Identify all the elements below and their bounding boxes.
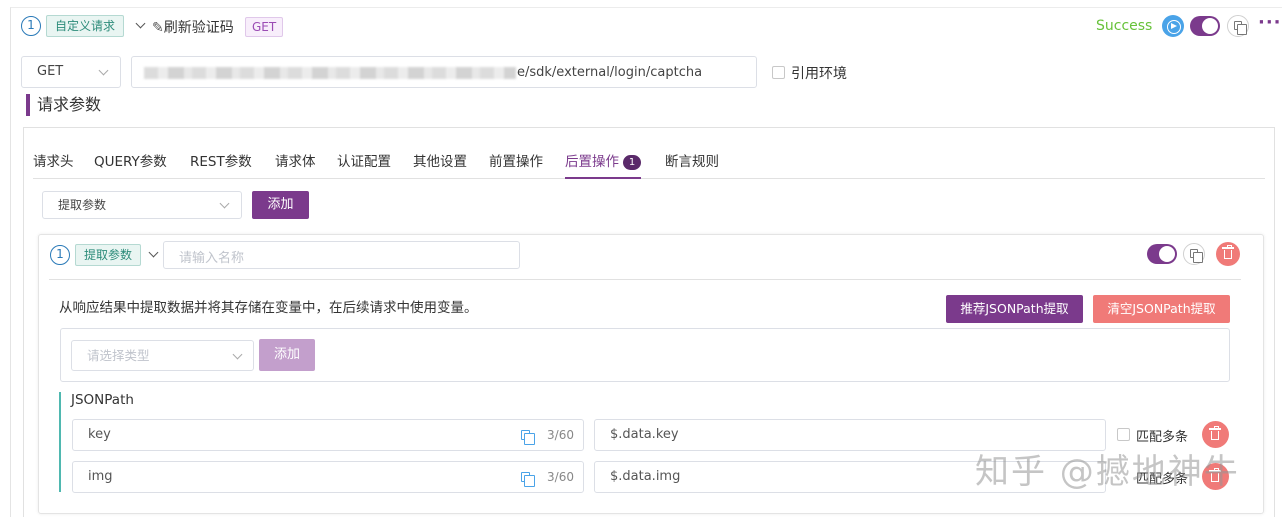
copy-icon[interactable] [521, 430, 535, 445]
tab-label: 前置操作 [489, 154, 543, 170]
var-name-value: img [88, 469, 113, 484]
method-tag: GET [245, 17, 284, 37]
recommend-jsonpath-button[interactable]: 推荐JSONPath提取 [946, 295, 1083, 323]
step-type-tag: 自定义请求 [46, 15, 125, 37]
copy-icon [1190, 249, 1203, 263]
card-number: 1 [50, 245, 70, 265]
trash-icon [1209, 426, 1221, 440]
url-redacted-part [144, 67, 516, 79]
tab-label: REST参数 [190, 154, 252, 170]
tab-label: QUERY参数 [94, 154, 167, 170]
url-text: e/sdk/external/login/captcha [517, 65, 703, 80]
var-name-value: key [88, 427, 111, 442]
copy-step-button[interactable] [1227, 15, 1249, 37]
trash-icon [1222, 245, 1234, 259]
card-description: 从响应结果中提取数据并将其存储在变量中，在后续请求中使用变量。 [59, 300, 478, 316]
tab-label: 其他设置 [413, 154, 467, 170]
chevron-down-icon[interactable] [148, 247, 159, 258]
watermark: 知乎 @撼地神牛 [975, 452, 1240, 492]
chevron-down-icon [98, 65, 109, 76]
tab-query[interactable]: QUERY参数 [94, 150, 167, 179]
method-select[interactable]: GET [21, 56, 121, 88]
extract-type-select[interactable]: 请选择类型 [71, 340, 254, 371]
card-enable-toggle[interactable] [1147, 244, 1177, 264]
tab-label: 断言规则 [665, 154, 719, 170]
extract-type-box: 请选择类型 添加 [60, 328, 1230, 382]
copy-icon[interactable] [521, 472, 535, 487]
tab-post-ops[interactable]: 后置操作 1 [565, 150, 641, 179]
char-count: 3/60 [547, 470, 574, 484]
tab-bar: 请求头 QUERY参数 REST参数 请求体 认证配置 其他设置 前置操作 后置… [33, 150, 1265, 179]
section-title: 请求参数 [26, 94, 101, 116]
play-icon [1171, 22, 1177, 29]
extract-type-placeholder: 请选择类型 [87, 348, 150, 363]
step-name-row[interactable]: ✎刷新验证码 [152, 17, 234, 37]
tab-rest[interactable]: REST参数 [190, 150, 252, 179]
step-number: 1 [21, 16, 41, 36]
card-type-tag: 提取参数 [75, 244, 142, 266]
char-count: 3/60 [547, 428, 574, 442]
more-icon[interactable]: ··· [1258, 12, 1282, 33]
method-select-value: GET [37, 64, 64, 79]
name-input[interactable]: 请输入名称 [163, 241, 520, 269]
enable-toggle[interactable] [1190, 16, 1220, 36]
tab-label: 请求头 [33, 154, 74, 170]
name-placeholder: 请输入名称 [179, 251, 245, 266]
chevron-down-icon [232, 349, 243, 360]
jsonpath-value: $.data.img [610, 469, 681, 484]
run-button[interactable] [1162, 15, 1184, 37]
tab-label: 请求体 [275, 154, 316, 170]
use-env-checkbox[interactable] [772, 66, 785, 79]
tab-label: 后置操作 [565, 154, 619, 170]
jsonpath-value: $.data.key [610, 427, 679, 442]
post-op-type-value: 提取参数 [58, 198, 107, 212]
tab-assertions[interactable]: 断言规则 [665, 150, 719, 179]
tab-body[interactable]: 请求体 [275, 150, 316, 179]
card-divider [49, 279, 1241, 280]
post-op-type-select[interactable]: 提取参数 [42, 191, 242, 219]
delete-card-button[interactable] [1216, 242, 1240, 266]
add-extract-button[interactable]: 添加 [259, 339, 315, 371]
clear-jsonpath-button[interactable]: 清空JSONPath提取 [1093, 295, 1230, 323]
add-post-op-button[interactable]: 添加 [252, 191, 309, 219]
match-multi-label: 匹配多条 [1136, 430, 1189, 445]
tab-badge: 1 [623, 155, 641, 170]
url-input[interactable]: e/sdk/external/login/captcha [131, 56, 757, 88]
jsonpath-label: JSONPath [71, 392, 134, 408]
chevron-down-icon [219, 198, 230, 209]
var-name-field[interactable]: key 3/60 [72, 419, 584, 451]
tab-headers[interactable]: 请求头 [33, 150, 74, 179]
tab-label: 认证配置 [337, 154, 391, 170]
tab-auth[interactable]: 认证配置 [337, 150, 391, 179]
var-name-field[interactable]: img 3/60 [72, 461, 584, 493]
copy-card-button[interactable] [1183, 243, 1205, 265]
step-name: 刷新验证码 [163, 20, 234, 36]
tab-other-settings[interactable]: 其他设置 [413, 150, 467, 179]
tab-pre-ops[interactable]: 前置操作 [489, 150, 543, 179]
copy-icon [1234, 21, 1247, 35]
status-text: Success [1096, 18, 1153, 34]
edit-pencil-icon[interactable]: ✎ [152, 20, 164, 36]
use-env-label: 引用环境 [791, 66, 847, 82]
match-multi-checkbox[interactable] [1117, 428, 1130, 441]
